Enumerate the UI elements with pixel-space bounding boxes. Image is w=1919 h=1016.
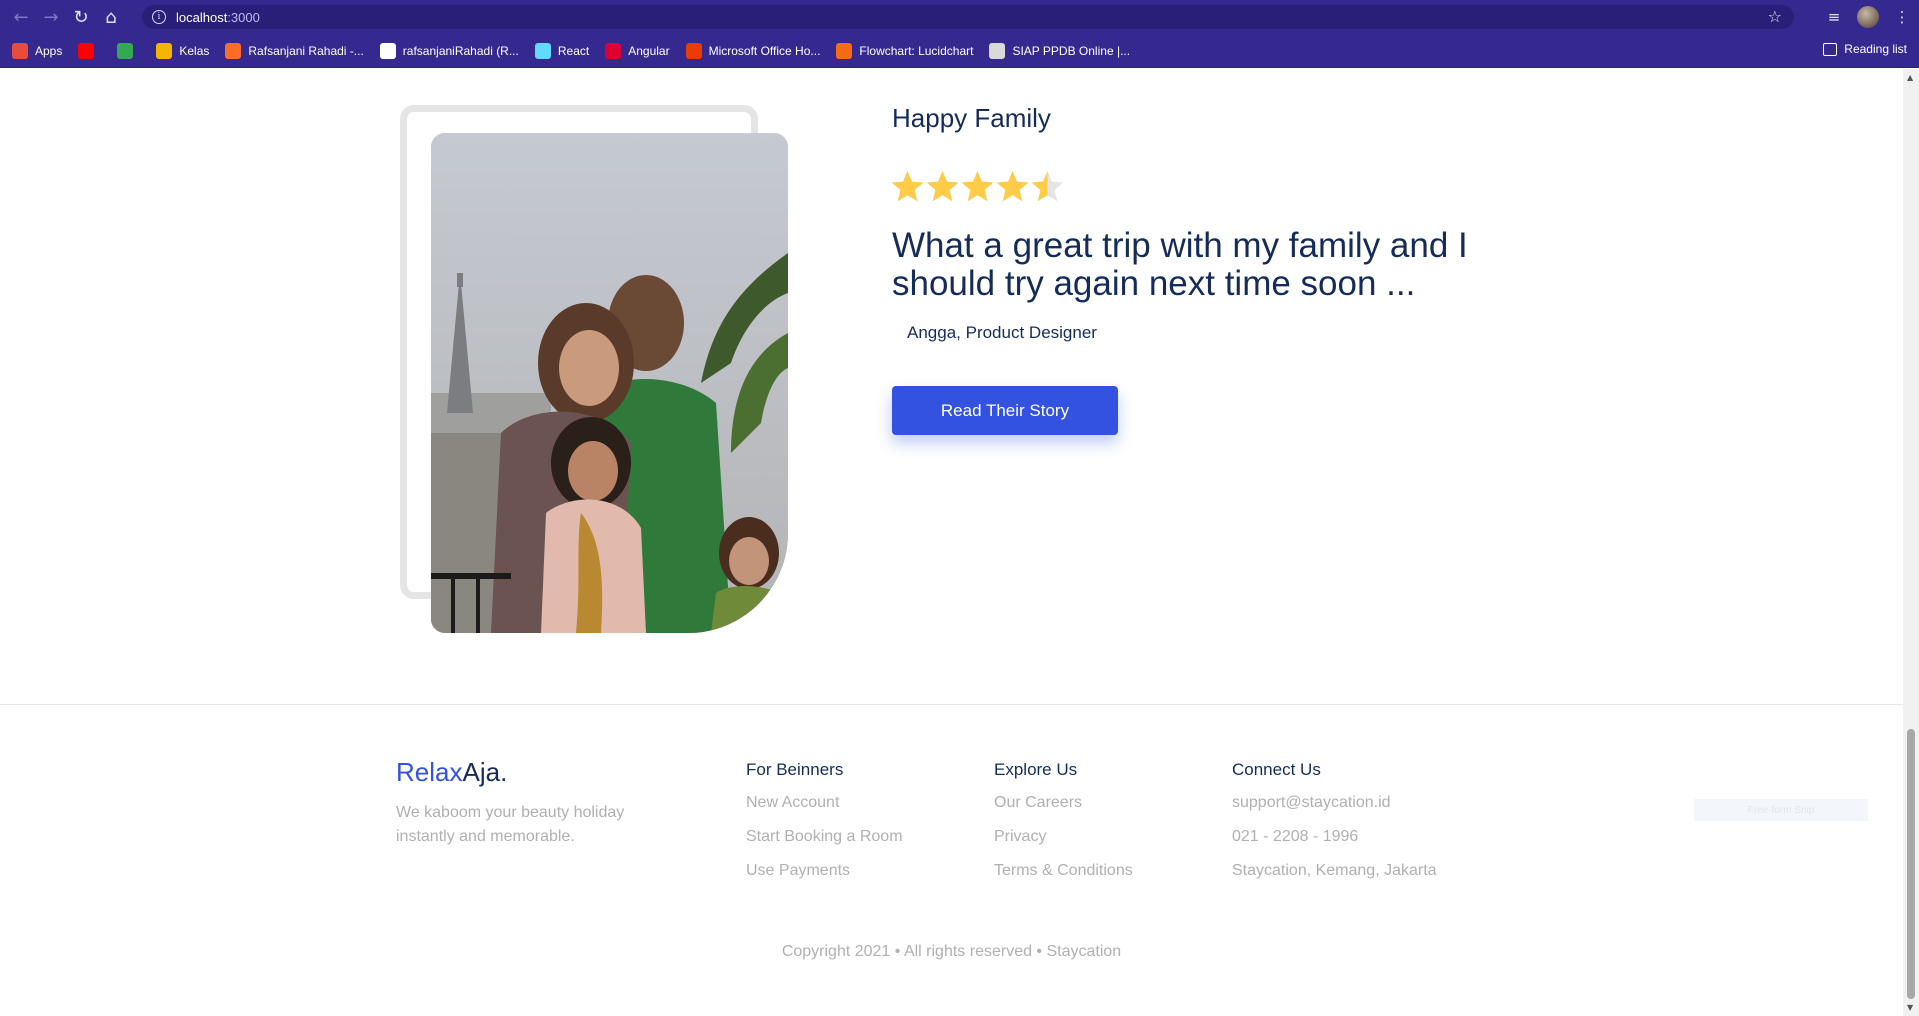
footer-link-start-booking[interactable]: Start Booking a Room: [746, 826, 903, 860]
testimonial-photo: [431, 133, 788, 633]
bookmark-item[interactable]: [117, 42, 140, 59]
url-text: localhost:3000: [176, 9, 260, 25]
star-icon: [925, 169, 960, 204]
reading-list-icon: [1823, 42, 1838, 56]
footer-brand-logo[interactable]: RelaxAja.: [396, 757, 507, 788]
bookmark-item[interactable]: React: [534, 42, 590, 59]
back-icon[interactable]: ←: [6, 2, 36, 32]
menu-kebab-icon[interactable]: ⋮: [1885, 0, 1919, 34]
apps-grid-icon: [12, 42, 28, 59]
page-viewport: Happy Family What a great trip with my f…: [0, 69, 1903, 1016]
bookmark-label: Kelas: [179, 43, 210, 58]
bookmark-label: Microsoft Office Ho...: [708, 43, 821, 58]
bookmark-star-icon[interactable]: ☆: [1768, 7, 1782, 26]
snip-overlay-label: Free-form Snip: [1694, 799, 1868, 821]
office-icon: [685, 42, 702, 59]
bookmark-item[interactable]: Rafsanjani Rahadi -...: [225, 42, 364, 59]
scroll-up-icon[interactable]: ▲: [1907, 73, 1913, 82]
github-icon: [379, 42, 396, 59]
bookmark-item[interactable]: Angular: [605, 42, 670, 59]
bookmark-label: Apps: [35, 43, 63, 58]
footer-column-heading: Explore Us: [994, 760, 1078, 779]
footer-copyright: Copyright 2021 • All rights reserved • S…: [781, 943, 1122, 960]
footer-column-heading: For Beinners: [746, 760, 844, 779]
footer-link-careers[interactable]: Our Careers: [994, 792, 1133, 826]
bookmark-label: React: [557, 43, 590, 58]
bookmark-item[interactable]: Apps: [12, 42, 63, 59]
browser-toolbar: ← → ↻ ⌂ i localhost:3000 ☆ ≡ ⋮: [0, 0, 1919, 34]
reading-list-button[interactable]: Reading list: [1823, 42, 1907, 56]
bookmark-label: Flowchart: Lucidchart: [859, 43, 974, 58]
star-icon: [960, 169, 995, 204]
testimonial-title: Happy Family: [892, 103, 1051, 133]
bookmark-item[interactable]: SIAP PPDB Online |...: [989, 42, 1131, 59]
bookmarks-bar: Apps Kelas Rafsanjani Rahadi -... rafsanjan…: [0, 34, 1919, 68]
footer-divider: [0, 704, 1903, 705]
footer-link-terms[interactable]: Terms & Conditions: [994, 860, 1133, 894]
profile-avatar[interactable]: [1851, 0, 1885, 34]
footer-column-beginners: For Beinners New Account Start Booking a…: [746, 760, 903, 894]
footer-email-link[interactable]: support@staycation.id: [1232, 792, 1437, 826]
footer-column-connect: Connect Us support@staycation.id 021 - 2…: [1232, 760, 1437, 894]
star-rating: [890, 169, 1065, 204]
star-icon: [890, 169, 925, 204]
testimonial-author: Angga, Product Designer: [907, 323, 1097, 342]
reload-icon[interactable]: ↻: [66, 2, 96, 32]
footer-link-privacy[interactable]: Privacy: [994, 826, 1133, 860]
read-their-story-button[interactable]: Read Their Story: [892, 386, 1118, 435]
bookmark-item[interactable]: Microsoft Office Ho...: [685, 42, 821, 59]
footer-link-use-payments[interactable]: Use Payments: [746, 860, 903, 894]
lucidchart-icon: [836, 42, 853, 59]
bookmark-item[interactable]: Kelas: [156, 42, 210, 59]
bookmark-label: SIAP PPDB Online |...: [1012, 43, 1131, 58]
scrollbar-thumb[interactable]: [1907, 729, 1915, 999]
google-drive-icon: [117, 42, 134, 59]
bookmark-label: rafsanjaniRahadi (R...: [402, 43, 519, 58]
scroll-down-icon[interactable]: ▼: [1907, 1003, 1913, 1012]
home-icon[interactable]: ⌂: [96, 2, 126, 32]
testimonial-quote: What a great trip with my family and I s…: [892, 226, 1468, 303]
footer-column-explore: Explore Us Our Careers Privacy Terms & C…: [994, 760, 1133, 894]
bookmark-item[interactable]: [78, 42, 101, 59]
media-control-icon[interactable]: ≡: [1817, 0, 1851, 34]
address-bar[interactable]: i localhost:3000 ☆: [142, 5, 1794, 29]
footer-phone[interactable]: 021 - 2208 - 1996: [1232, 826, 1437, 860]
reading-list-label: Reading list: [1844, 42, 1907, 56]
react-icon: [534, 42, 551, 59]
bookmark-item[interactable]: rafsanjaniRahadi (R...: [379, 42, 519, 59]
footer-link-new-account[interactable]: New Account: [746, 792, 903, 826]
classroom-icon: [156, 42, 173, 59]
site-info-icon[interactable]: i: [152, 10, 166, 24]
bookmark-label: Rafsanjani Rahadi -...: [248, 43, 364, 58]
gitlab-icon: [225, 42, 242, 59]
forward-icon[interactable]: →: [36, 2, 66, 32]
page-scrollbar[interactable]: ▲ ▼: [1903, 69, 1919, 1016]
footer-address[interactable]: Staycation, Kemang, Jakarta: [1232, 860, 1437, 894]
youtube-icon: [78, 42, 95, 59]
angular-icon: [605, 42, 622, 59]
star-icon: [1030, 169, 1065, 204]
bookmark-item[interactable]: Flowchart: Lucidchart: [836, 42, 974, 59]
bookmark-label: Angular: [628, 43, 670, 58]
star-icon: [995, 169, 1030, 204]
footer-tagline: We kaboom your beauty holiday instantly …: [396, 804, 625, 845]
footer-column-heading: Connect Us: [1232, 760, 1321, 779]
ppdb-icon: [989, 42, 1006, 59]
